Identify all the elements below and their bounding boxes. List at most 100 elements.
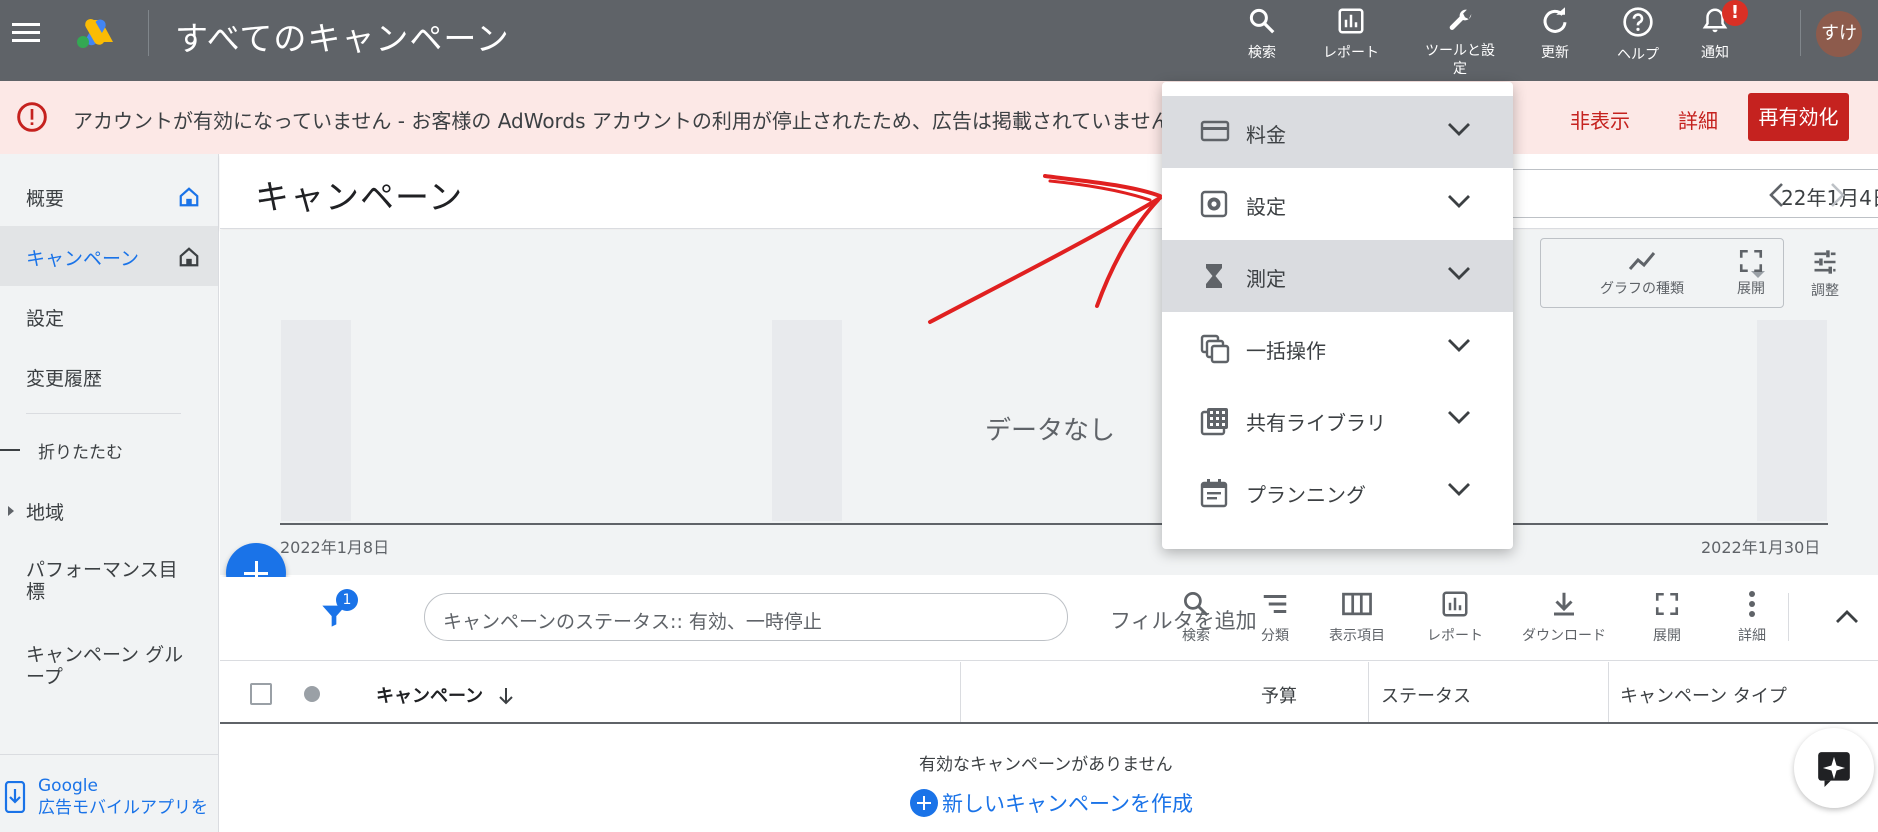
chart-type-label: グラフの種類 <box>1600 281 1684 297</box>
next-period-button[interactable] <box>1827 182 1847 209</box>
select-all-checkbox[interactable] <box>250 683 272 705</box>
tools-settings-menu: 料金 設定 測定 一括操作 共有ライブラリ プランニング <box>1162 82 1513 549</box>
expand-icon <box>1739 249 1763 273</box>
error-icon <box>17 102 47 132</box>
sidebar-item-performance-goals[interactable]: パフォーマンス目標 <box>26 559 196 603</box>
filter-chip-label: キャンペーンのステータス:: 有効、一時停止 <box>443 611 822 633</box>
chart-type-button[interactable]: グラフの種類 <box>1600 248 1684 298</box>
chart-adjust-button[interactable]: 調整 <box>1810 248 1840 300</box>
tune-icon <box>1814 250 1836 274</box>
planning-icon <box>1200 479 1228 508</box>
sidebar-item-change-history[interactable]: 変更履歴 <box>0 346 218 406</box>
top-tools-label: ツールと設定 <box>1425 43 1495 77</box>
alert-details-link[interactable]: 詳細 <box>1678 105 1718 134</box>
add-circle-icon <box>910 789 938 817</box>
column-header-budget[interactable]: 予算 <box>1261 682 1297 708</box>
reactivate-button[interactable]: 再有効化 <box>1748 93 1849 141</box>
filter-toolbar: 1 キャンペーンのステータス:: 有効、一時停止 フィルタを追加 検索 分類 表… <box>220 577 1878 661</box>
top-report-label: レポート <box>1323 45 1379 61</box>
search-icon <box>1249 8 1275 34</box>
sidebar-item-label: 概要 <box>26 188 65 210</box>
segment-label: 分類 <box>1261 628 1289 644</box>
column-header-campaign-type[interactable]: キャンペーン タイプ <box>1620 682 1787 708</box>
avatar[interactable]: すけ <box>1816 11 1862 57</box>
chevron-right-icon <box>1831 183 1845 207</box>
sidebar-item-settings[interactable]: 設定 <box>0 286 218 346</box>
refresh-icon <box>1543 7 1567 33</box>
performance-chart: グラフの種類 展開 調整 データなし 2022年1月8日 2022年1月30日 <box>220 230 1878 575</box>
collapse-label: 折りたたむ <box>38 443 123 463</box>
segment-icon <box>1263 595 1287 613</box>
hourglass-icon <box>1206 264 1222 288</box>
weekend-band <box>281 320 351 521</box>
toolbar-divider <box>1788 593 1789 641</box>
menu-item-billing[interactable]: 料金 <box>1162 96 1513 168</box>
search-icon <box>1184 592 1209 617</box>
download-button[interactable]: ダウンロード <box>1522 589 1606 645</box>
menu-item-settings[interactable]: 設定 <box>1162 168 1513 240</box>
help-icon <box>1623 7 1653 37</box>
menu-item-label: 一括操作 <box>1246 339 1326 363</box>
sidebar-item-label: 地域 <box>26 502 65 524</box>
mobile-app-line2: 広告モバイルアプリを <box>38 798 208 818</box>
table-report-label: レポート <box>1427 628 1483 644</box>
alert-hide-link[interactable]: 非表示 <box>1570 105 1630 134</box>
chevron-down-icon <box>1448 267 1470 280</box>
sidebar-item-campaigns[interactable]: キャンペーン <box>0 226 218 286</box>
sidebar-item-label: 変更履歴 <box>26 368 103 390</box>
top-report-button[interactable]: レポート <box>1306 6 1396 62</box>
alert-message: アカウントが有効になっていません - お客様の AdWords アカウントの利用… <box>73 109 1191 133</box>
no-data-label: データなし <box>985 416 1116 446</box>
filter-count-badge: 1 <box>336 589 358 611</box>
table-search-label: 検索 <box>1182 628 1210 644</box>
columns-button[interactable]: 表示項目 <box>1329 589 1385 645</box>
top-search-button[interactable]: 検索 <box>1217 6 1307 62</box>
chevron-down-icon <box>1448 483 1470 496</box>
menu-icon[interactable] <box>10 18 42 50</box>
menu-item-shared-library[interactable]: 共有ライブラリ <box>1162 384 1513 456</box>
menu-item-planning[interactable]: プランニング <box>1162 456 1513 528</box>
assistant-button[interactable] <box>1794 728 1874 808</box>
column-divider <box>1368 662 1369 722</box>
column-divider <box>960 662 961 722</box>
mobile-app-text: Google 広告モバイルアプリを <box>38 775 208 819</box>
google-ads-logo[interactable] <box>75 16 115 50</box>
mobile-app-promo[interactable]: Google 広告モバイルアプリを <box>0 754 219 832</box>
column-header-campaign[interactable]: キャンペーン <box>376 682 515 708</box>
more-button[interactable]: 詳細 <box>1738 589 1766 645</box>
weekend-band <box>1757 320 1827 521</box>
top-refresh-button[interactable]: 更新 <box>1510 6 1600 62</box>
collapse-icon <box>0 449 20 451</box>
chart-expand-button[interactable]: 展開 <box>1737 248 1765 298</box>
top-tools-button[interactable]: ツールと設定 <box>1414 6 1506 81</box>
home-icon <box>179 247 199 267</box>
table-expand-button[interactable]: 展開 <box>1653 589 1681 645</box>
create-campaign-link[interactable]: 新しいキャンペーンを作成 <box>910 788 1193 818</box>
chart-type-icon <box>1628 252 1656 270</box>
account-alert-banner: アカウントが有効になっていません - お客様の AdWords アカウントの利用… <box>0 81 1878 154</box>
date-range-picker[interactable]: 22年1月4日～30日 <box>1480 169 1878 218</box>
campaign-status-filter-chip[interactable]: キャンペーンのステータス:: 有効、一時停止 <box>424 593 1068 641</box>
table-search-button[interactable]: 検索 <box>1181 589 1211 645</box>
column-header-status[interactable]: ステータス <box>1381 682 1471 708</box>
menu-item-label: 測定 <box>1246 267 1286 291</box>
menu-item-bulk-actions[interactable]: 一括操作 <box>1162 312 1513 384</box>
topbar-divider-right <box>1800 10 1801 56</box>
chevron-down-icon <box>1448 339 1470 352</box>
previous-period-button[interactable] <box>1767 182 1787 209</box>
bulk-actions-icon <box>1200 334 1230 364</box>
sidebar-item-campaign-groups[interactable]: キャンペーン グループ <box>26 644 196 688</box>
table-report-button[interactable]: レポート <box>1427 589 1483 645</box>
top-notification-button[interactable]: 通知 ! <box>1670 0 1760 62</box>
x-axis-start-label: 2022年1月8日 <box>280 538 390 557</box>
menu-item-measurement[interactable]: 測定 <box>1162 240 1513 312</box>
expand-icon <box>1655 592 1679 616</box>
menu-item-label: 設定 <box>1246 195 1286 219</box>
segment-button[interactable]: 分類 <box>1260 589 1290 645</box>
more-vert-icon <box>1749 591 1755 617</box>
chevron-up-icon[interactable] <box>1834 607 1860 625</box>
shared-library-icon <box>1200 408 1228 436</box>
sidebar-item-overview[interactable]: 概要 <box>0 166 218 226</box>
mobile-app-line1: Google <box>38 776 98 796</box>
app-title: すべてのキャンペーン <box>175 19 510 58</box>
